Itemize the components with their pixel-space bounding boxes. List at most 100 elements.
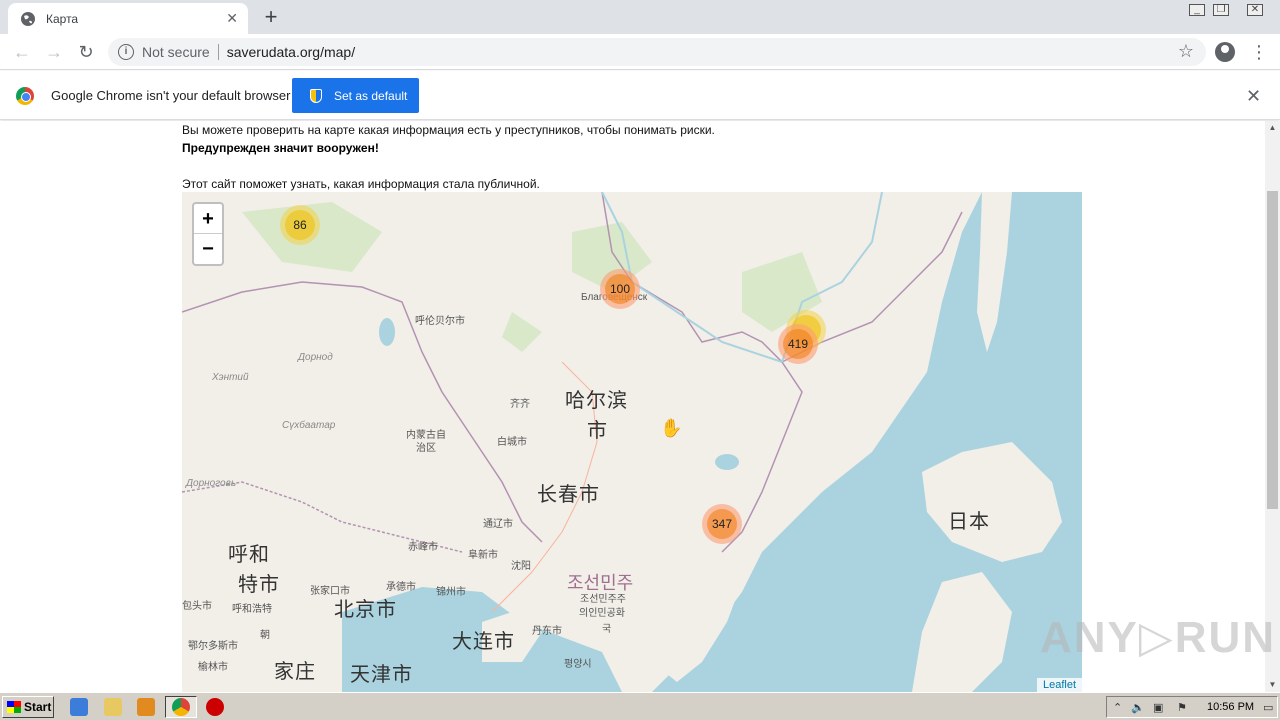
- tab-title: Карта: [46, 11, 79, 26]
- map-label: 通辽市: [483, 519, 513, 530]
- map-label: 榆林市: [198, 662, 228, 673]
- set-as-default-button[interactable]: Set as default: [292, 78, 419, 113]
- map-label: 特市: [238, 574, 280, 596]
- windows-taskbar: Start ⌃ 🔈 ▣ ⚑ 10:56 PM ▭: [0, 692, 1280, 720]
- map-label: 家庄: [274, 661, 316, 683]
- map-label: 조선민주주: [580, 594, 626, 605]
- map-label: 呼和: [228, 544, 270, 566]
- map-label: 齐齐: [510, 399, 530, 410]
- hand-cursor-icon: ✋: [660, 418, 683, 438]
- info-icon[interactable]: i: [118, 44, 134, 60]
- infobar-message: Google Chrome isn't your default browser: [51, 88, 291, 103]
- window-minimize-button[interactable]: _: [1184, 0, 1210, 20]
- zoom-out-button[interactable]: −: [194, 234, 222, 264]
- tab-close-icon[interactable]: ✕: [226, 10, 238, 27]
- chrome-icon: [172, 698, 190, 716]
- map-label: 日本: [948, 511, 990, 533]
- cluster-count: 100: [605, 274, 635, 304]
- map-label: 赤峰市: [408, 542, 438, 553]
- window-close-button[interactable]: ✕: [1240, 0, 1270, 20]
- system-tray: ⌃ 🔈 ▣ ⚑ 10:56 PM ▭: [1106, 696, 1278, 718]
- address-separator: [217, 44, 219, 60]
- scroll-up-arrow-icon[interactable]: ▲: [1265, 121, 1280, 135]
- watermark-logo: ANY▷RUN: [1040, 613, 1277, 662]
- internet-explorer-icon[interactable]: [70, 698, 88, 716]
- map-label: 哈尔滨: [565, 390, 628, 412]
- map-label: Сүхбаатар: [282, 420, 336, 431]
- scrollbar-thumb[interactable]: [1267, 191, 1278, 509]
- map-label: 天津市: [350, 664, 413, 686]
- address-url[interactable]: saverudata.org/map/: [227, 44, 355, 60]
- marker-cluster[interactable]: 86: [280, 205, 320, 245]
- tray-expand-icon[interactable]: ⌃: [1113, 701, 1122, 714]
- media-player-icon[interactable]: [137, 698, 155, 716]
- infobar-close-icon[interactable]: ✕: [1246, 86, 1261, 107]
- map-label: 市: [587, 420, 608, 442]
- cluster-count: 86: [285, 210, 315, 240]
- map-label: Дорноговь: [186, 478, 237, 489]
- stop-icon[interactable]: [206, 698, 224, 716]
- map-label: 大连市: [452, 631, 515, 653]
- map-label: 국: [602, 624, 612, 635]
- map-attribution-link[interactable]: Leaflet: [1036, 678, 1082, 692]
- network-icon[interactable]: ▣: [1153, 701, 1163, 714]
- page-scrollbar[interactable]: ▲ ▼: [1265, 121, 1280, 692]
- globe-icon: [21, 11, 35, 26]
- taskbar-chrome-button[interactable]: [165, 696, 197, 718]
- map-label: 沈阳: [511, 561, 531, 572]
- windows-flag-icon: [7, 701, 21, 713]
- chrome-menu-icon[interactable]: ⋮: [1250, 40, 1268, 64]
- bookmark-star-icon[interactable]: ☆: [1178, 41, 1194, 62]
- page-content: Вы можете проверить на карте какая инфор…: [0, 121, 1265, 692]
- window-restore-button[interactable]: ❐: [1208, 0, 1234, 20]
- map-label: 治区: [416, 443, 436, 454]
- marker-cluster[interactable]: 419: [778, 324, 818, 364]
- marker-cluster[interactable]: 347: [702, 504, 742, 544]
- map-label: 白城市: [497, 437, 527, 448]
- address-bar[interactable]: i Not secure saverudata.org/map/ ☆: [108, 38, 1206, 66]
- volume-icon[interactable]: 🔈: [1131, 701, 1145, 714]
- chrome-logo-icon: [16, 87, 34, 105]
- cluster-count: 347: [707, 509, 737, 539]
- map-label: 의인민공화: [579, 608, 625, 619]
- map-label: 阜新市: [468, 550, 498, 561]
- tab-strip: Карта ✕ + _ ❐ ✕: [0, 0, 1280, 34]
- zoom-in-button[interactable]: +: [194, 204, 222, 234]
- set-as-default-label: Set as default: [334, 88, 408, 103]
- reload-button[interactable]: ↻: [74, 40, 98, 64]
- browser-tab[interactable]: Карта ✕: [8, 3, 248, 34]
- zoom-control: + −: [192, 202, 224, 266]
- browser-toolbar: ← → ↻ i Not secure saverudata.org/map/ ☆: [0, 34, 1280, 70]
- warning-text: Предупрежден значит вооружен!: [182, 141, 379, 155]
- default-browser-infobar: Google Chrome isn't your default browser…: [0, 71, 1280, 120]
- profile-avatar-icon[interactable]: [1215, 42, 1235, 62]
- map-label: 包头市: [182, 601, 212, 612]
- map-label: 呼和浩特: [232, 604, 272, 615]
- description-text: Этот сайт поможет узнать, какая информац…: [182, 177, 540, 191]
- map-label: 呼伦贝尔市: [415, 316, 465, 327]
- map-tiles: [182, 192, 1082, 692]
- map-label: 北京市: [334, 599, 397, 621]
- leaflet-map[interactable]: Благовещенск 呼伦贝尔市 Дорнод Хэнтий Сүхбаат…: [182, 192, 1082, 692]
- show-desktop-icon[interactable]: ▭: [1263, 701, 1273, 714]
- scroll-down-arrow-icon[interactable]: ▼: [1265, 678, 1280, 692]
- forward-button[interactable]: →: [42, 40, 66, 64]
- new-tab-button[interactable]: +: [258, 4, 284, 30]
- marker-cluster[interactable]: 100: [600, 269, 640, 309]
- cluster-count: 419: [783, 329, 813, 359]
- start-button[interactable]: Start: [2, 696, 54, 718]
- map-label: 锦州市: [436, 587, 466, 598]
- action-center-flag-icon[interactable]: ⚑: [1177, 701, 1187, 714]
- map-label: Дорнод: [298, 352, 333, 363]
- folder-icon[interactable]: [104, 698, 122, 716]
- back-button[interactable]: ←: [10, 40, 34, 64]
- intro-text: Вы можете проверить на карте какая инфор…: [182, 123, 715, 137]
- not-secure-label: Not secure: [142, 44, 210, 60]
- map-label: Хэнтий: [212, 372, 249, 383]
- start-label: Start: [24, 700, 52, 714]
- map-label: 承德市: [386, 582, 416, 593]
- shield-icon: [310, 88, 322, 103]
- map-label: 평양시: [564, 659, 592, 670]
- map-label: 丹东市: [532, 626, 562, 637]
- clock[interactable]: 10:56 PM: [1207, 701, 1254, 713]
